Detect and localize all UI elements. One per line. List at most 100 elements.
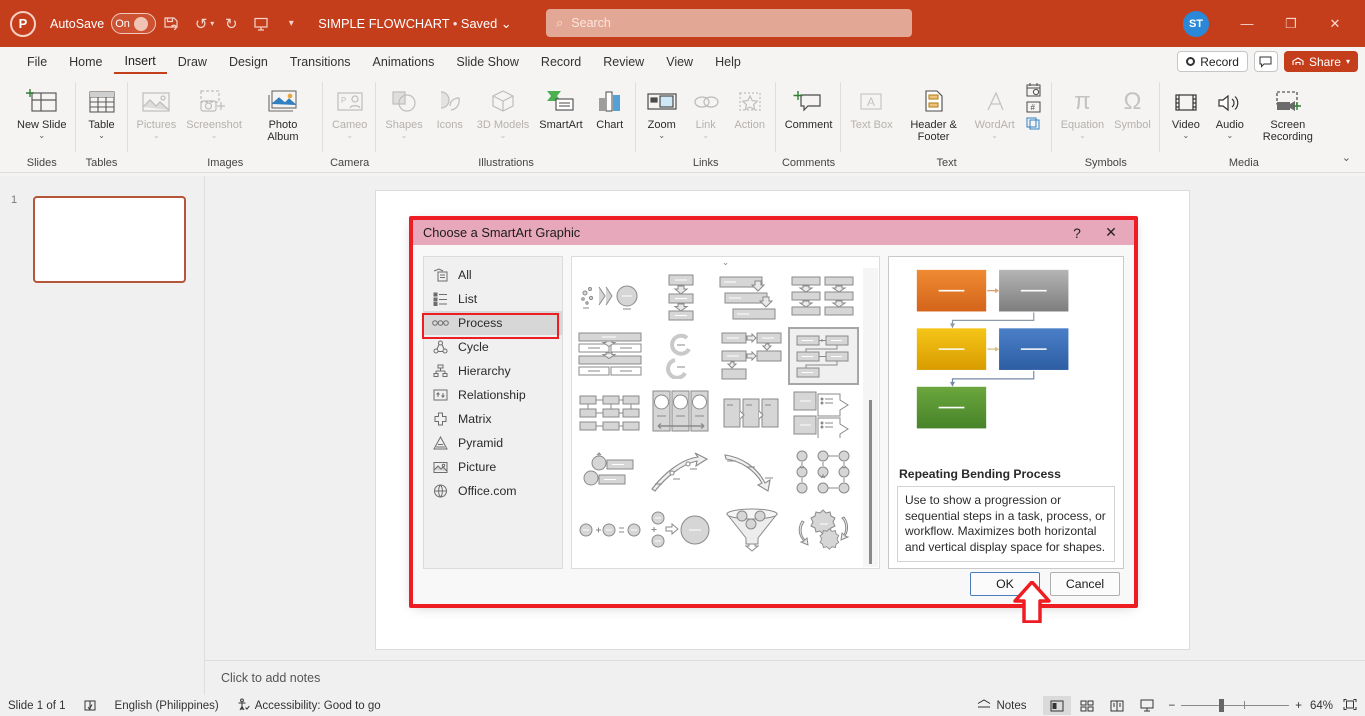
spellcheck-icon[interactable] xyxy=(84,699,97,712)
zoom-out-button[interactable]: − xyxy=(1169,700,1176,712)
category-item-process[interactable]: Process xyxy=(424,311,562,335)
video-button[interactable]: Video ⌄ xyxy=(1164,80,1208,140)
chevron-down-icon[interactable]: ⌄ xyxy=(346,131,353,140)
tab-animations[interactable]: Animations xyxy=(362,51,446,73)
gallery-item-process-list[interactable] xyxy=(645,385,716,443)
smartart-button[interactable]: SmartArt xyxy=(534,80,587,131)
notes-pane[interactable]: Click to add notes xyxy=(205,660,1365,695)
tab-file[interactable]: File xyxy=(16,51,58,73)
zoom-button[interactable]: Zoom ⌄ xyxy=(640,80,684,140)
category-item-matrix[interactable]: Matrix xyxy=(424,407,562,431)
close-icon[interactable]: ✕ xyxy=(1094,220,1128,245)
undo-dropdown-icon[interactable]: ▾ xyxy=(210,19,214,28)
collapse-ribbon-icon[interactable]: ⌄ xyxy=(1342,151,1351,164)
category-item-all[interactable]: All xyxy=(424,263,562,287)
category-item-hierarchy[interactable]: Hierarchy xyxy=(424,359,562,383)
slide-sorter-icon[interactable] xyxy=(1073,696,1101,715)
text-box-button[interactable]: A Text Box xyxy=(845,80,897,131)
comments-button[interactable] xyxy=(1253,51,1278,72)
notes-toggle[interactable]: Notes xyxy=(977,698,1027,713)
close-icon[interactable]: ✕ xyxy=(1313,8,1357,40)
gallery-item-descending-process[interactable] xyxy=(717,443,788,501)
normal-view-icon[interactable] xyxy=(1042,696,1071,715)
slide-thumbnail-1[interactable] xyxy=(33,196,186,283)
screenshot-button[interactable]: Screenshot ⌄ xyxy=(181,80,247,140)
gallery-item-funnel[interactable] xyxy=(717,501,788,559)
language-indicator[interactable]: English (Philippines) xyxy=(115,700,219,712)
chevron-down-icon[interactable]: ⌄ xyxy=(38,131,45,140)
gallery-item-vertical-process-arrows[interactable] xyxy=(788,385,859,443)
tab-review[interactable]: Review xyxy=(592,51,655,73)
chevron-down-icon[interactable]: ⌄ xyxy=(658,131,665,140)
header-footer-button[interactable]: Header & Footer xyxy=(898,80,970,143)
3d-models-button[interactable]: 3D Models ⌄ xyxy=(472,80,535,140)
chevron-down-icon[interactable]: ⌄ xyxy=(1182,131,1189,140)
pictures-button[interactable]: Pictures ⌄ xyxy=(132,80,182,140)
gallery-item-vertical-bending-process[interactable] xyxy=(574,385,645,443)
share-button[interactable]: Share ▾ xyxy=(1283,51,1358,72)
chevron-down-icon[interactable]: ⌄ xyxy=(211,131,218,140)
gallery-item-gear[interactable] xyxy=(788,501,859,559)
gallery-item-repeating-bending-process[interactable] xyxy=(787,327,859,385)
gallery-item-chevron-accent-process[interactable] xyxy=(717,385,788,443)
table-button[interactable]: Table ⌄ xyxy=(80,80,124,140)
category-item-picture[interactable]: Picture xyxy=(424,455,562,479)
shapes-button[interactable]: Shapes ⌄ xyxy=(380,80,427,140)
link-button[interactable]: Link ⌄ xyxy=(684,80,728,140)
gallery-item-equation[interactable] xyxy=(574,501,645,559)
gallery-item-continuous-cycle-process[interactable] xyxy=(645,327,716,385)
chevron-down-icon[interactable]: ⌄ xyxy=(153,131,160,140)
chevron-down-icon[interactable]: ⌄ xyxy=(991,131,998,140)
category-item-relationship[interactable]: Relationship xyxy=(424,383,562,407)
slide-show-icon[interactable] xyxy=(1133,696,1161,715)
zoom-slider[interactable]: − + xyxy=(1169,699,1302,712)
symbol-button[interactable]: Ω Symbol xyxy=(1109,80,1156,131)
zoom-in-button[interactable]: + xyxy=(1295,700,1302,712)
minimize-icon[interactable]: — xyxy=(1225,8,1269,40)
tab-slide-show[interactable]: Slide Show xyxy=(445,51,530,73)
tab-draw[interactable]: Draw xyxy=(167,51,218,73)
comment-button[interactable]: Comment xyxy=(780,80,838,131)
restore-icon[interactable]: ❐ xyxy=(1269,8,1313,40)
chevron-down-icon[interactable]: ⌄ xyxy=(702,131,709,140)
tab-record[interactable]: Record xyxy=(530,51,592,73)
equation-button[interactable]: π Equation ⌄ xyxy=(1056,80,1109,140)
tab-view[interactable]: View xyxy=(655,51,704,73)
more-commands-icon[interactable]: ▾ xyxy=(276,9,306,39)
tab-insert[interactable]: Insert xyxy=(113,50,167,74)
gallery-item-circle-arrow-process[interactable] xyxy=(788,443,859,501)
category-item-cycle[interactable]: Cycle xyxy=(424,335,562,359)
avatar[interactable]: ST xyxy=(1183,10,1209,37)
cameo-button[interactable]: P Cameo ⌄ xyxy=(327,80,372,140)
gallery-scrollbar-thumb[interactable] xyxy=(869,400,872,564)
reading-view-icon[interactable] xyxy=(1103,696,1131,715)
tab-transitions[interactable]: Transitions xyxy=(279,51,362,73)
gallery-item-random-to-result-process[interactable] xyxy=(574,269,645,327)
fit-to-window-icon[interactable] xyxy=(1343,698,1357,714)
share-dropdown-icon[interactable]: ▾ xyxy=(1346,57,1350,66)
category-item-list[interactable]: List xyxy=(424,287,562,311)
save-icon[interactable] xyxy=(156,9,186,39)
slide-count[interactable]: Slide 1 of 1 xyxy=(8,700,66,712)
chevron-down-icon[interactable]: ⌄ xyxy=(500,131,507,140)
audio-button[interactable]: Audio ⌄ xyxy=(1208,80,1252,140)
chevron-down-icon[interactable]: ⌄ xyxy=(1226,131,1233,140)
gallery-scroll-up-icon[interactable]: ⌄ xyxy=(572,258,879,267)
gallery-item-step-up-process[interactable] xyxy=(717,269,788,327)
icons-button[interactable]: Icons xyxy=(428,80,472,131)
gallery-scrollbar[interactable] xyxy=(863,268,878,567)
gallery-item-alternating-flow[interactable] xyxy=(717,327,788,385)
record-button[interactable]: Record xyxy=(1177,51,1248,72)
tab-help[interactable]: Help xyxy=(704,51,752,73)
new-slide-button[interactable]: New Slide ⌄ xyxy=(12,80,72,140)
gallery-item-basic-bending-process[interactable] xyxy=(574,327,645,385)
document-title[interactable]: SIMPLE FLOWCHART • Saved ⌄ xyxy=(318,16,511,32)
autosave-toggle[interactable]: On xyxy=(111,13,157,34)
zoom-thumb[interactable] xyxy=(1219,699,1225,712)
gallery-item-accent-process[interactable] xyxy=(574,443,645,501)
screen-recording-button[interactable]: Screen Recording xyxy=(1252,80,1324,143)
chevron-down-icon[interactable]: ⌄ xyxy=(401,131,408,140)
help-icon[interactable]: ? xyxy=(1060,220,1094,245)
chevron-down-icon[interactable]: ⌄ xyxy=(1079,131,1086,140)
gallery-item-step-down-process[interactable] xyxy=(645,269,716,327)
